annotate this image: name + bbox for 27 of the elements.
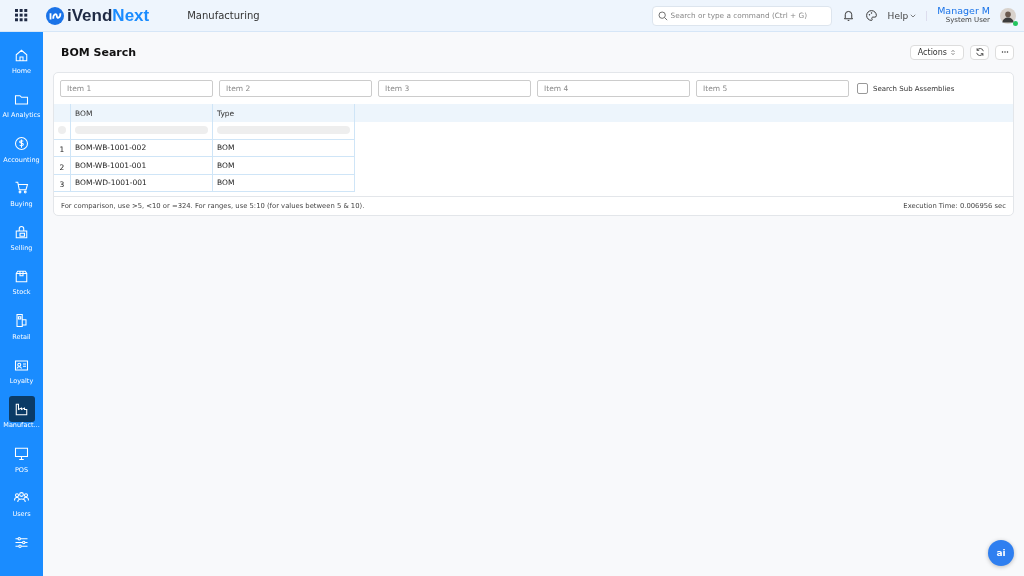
retail-icon: [14, 313, 29, 329]
help-menu[interactable]: Help: [887, 10, 928, 21]
bell-icon[interactable]: [841, 9, 855, 22]
actions-button[interactable]: Actions: [909, 44, 964, 60]
page-title: BOM Search: [61, 45, 137, 59]
cart-icon: [14, 180, 29, 196]
logo-text: iVendNext: [67, 5, 150, 26]
sort-arrows-icon: [950, 48, 956, 56]
module-title: Manufacturing: [187, 10, 260, 21]
user-name: Manager M: [937, 6, 990, 17]
apps-grid-icon[interactable]: [15, 9, 28, 22]
bag-icon: [14, 224, 29, 240]
refresh-icon: [974, 47, 985, 57]
chevron-down-icon: [910, 12, 917, 19]
checkbox[interactable]: [857, 83, 868, 94]
home-icon: [14, 47, 29, 63]
sliders-icon: [14, 534, 29, 550]
factory-icon: [14, 401, 29, 417]
logo-icon: [46, 6, 64, 25]
card-icon: [14, 357, 29, 373]
box-icon: [14, 269, 29, 284]
avatar-icon[interactable]: [1000, 7, 1016, 24]
palette-icon[interactable]: [864, 9, 878, 22]
assistant-button[interactable]: ai: [988, 540, 1014, 566]
monitor-icon: [14, 446, 29, 462]
dollar-icon: [14, 136, 29, 152]
refresh-button[interactable]: [970, 44, 989, 60]
